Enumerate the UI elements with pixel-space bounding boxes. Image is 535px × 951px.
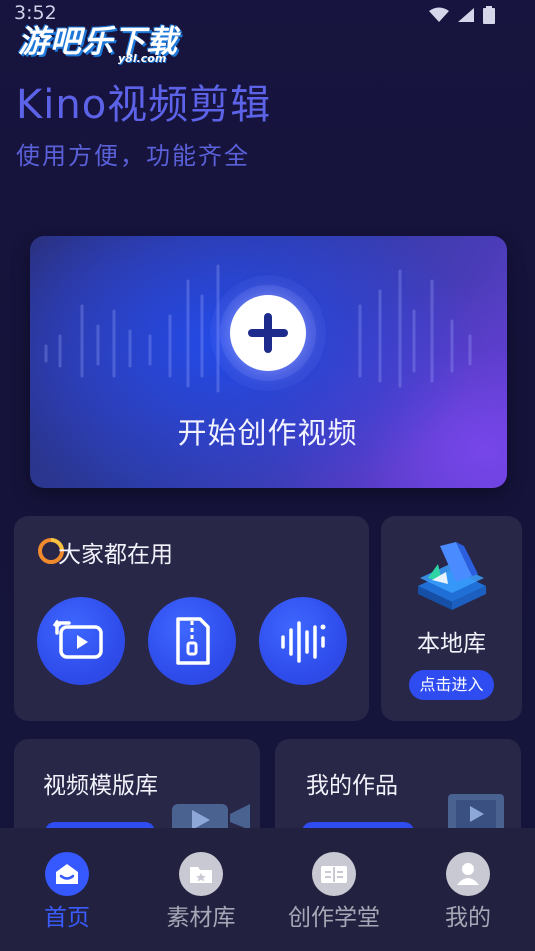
bottom-navigation: 首页 素材库 创作学堂 我的 <box>0 828 535 951</box>
zip-compress-button[interactable] <box>148 597 236 685</box>
battery-icon <box>483 6 495 24</box>
nav-label-materials: 素材库 <box>166 905 236 931</box>
signal-icon <box>458 8 474 22</box>
nav-label-home: 首页 <box>44 905 90 931</box>
add-video-button[interactable] <box>230 295 306 371</box>
zip-compress-icon <box>176 617 210 665</box>
template-library-title: 视频模版库 <box>43 773 158 799</box>
audio-extract-button[interactable] <box>259 597 347 685</box>
video-convert-icon <box>52 619 103 659</box>
start-creating-label: 开始创作视频 <box>177 416 358 450</box>
app-subtitle: 使用方便，功能齐全 <box>16 142 250 170</box>
nav-label-mine: 我的 <box>445 905 491 931</box>
nav-item-mine[interactable]: 我的 <box>401 828 535 951</box>
my-works-title: 我的作品 <box>306 773 398 799</box>
local-library-title: 本地库 <box>417 631 486 657</box>
nav-item-home[interactable]: 首页 <box>0 828 134 951</box>
layers-stack-icon <box>418 542 486 610</box>
status-icons <box>429 6 495 24</box>
enter-local-library-button[interactable]: 点击进入 <box>409 670 494 700</box>
nav-label-academy: 创作学堂 <box>288 905 380 931</box>
video-camera-icon <box>172 804 250 830</box>
wifi-icon <box>429 7 449 22</box>
home-icon <box>45 852 89 896</box>
audio-wave-icon <box>281 621 326 663</box>
app-title: Kino视频剪辑 <box>16 82 272 128</box>
video-convert-button[interactable] <box>37 597 125 685</box>
user-icon <box>446 852 490 896</box>
plus-icon <box>248 313 288 353</box>
nav-item-materials[interactable]: 素材库 <box>134 828 268 951</box>
app-screen: 3:52 游吧乐下载 y8l.com Kino视频剪辑 使用方便，功能齐全 开始… <box>0 0 535 951</box>
nav-item-academy[interactable]: 创作学堂 <box>267 828 401 951</box>
watermark-logo: 游吧乐下载 y8l.com <box>18 16 178 65</box>
folder-icon <box>179 852 223 896</box>
book-icon <box>312 852 356 896</box>
play-frame-icon <box>448 794 504 830</box>
watermark-url: y8l.com <box>118 52 167 65</box>
popular-tools-title: 大家都在用 <box>58 542 173 568</box>
